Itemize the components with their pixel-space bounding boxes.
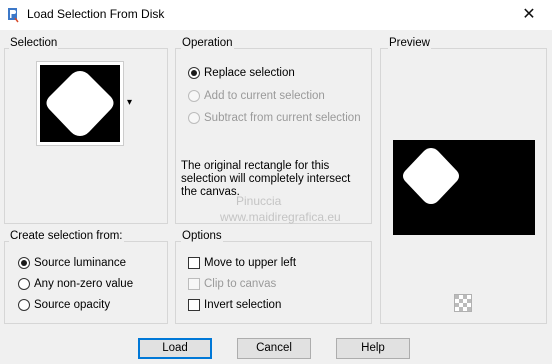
radio-button[interactable]	[18, 299, 30, 311]
radio-any-non-zero-value[interactable]: Any non-zero value	[18, 276, 133, 292]
radio-button[interactable]	[18, 257, 30, 269]
radio-label: Add to current selection	[204, 90, 325, 102]
app-icon	[8, 8, 19, 23]
window-title: Load Selection From Disk	[27, 7, 165, 21]
radio-label: Subtract from current selection	[204, 112, 361, 124]
radio-replace-selection[interactable]: Replace selection	[188, 65, 295, 81]
checkbox-clip-to-canvas[interactable]: Clip to canvas	[188, 276, 276, 292]
preview-image	[393, 140, 535, 235]
checkbox[interactable]	[188, 278, 200, 290]
checkbox-label: Invert selection	[204, 299, 282, 311]
selection-image	[37, 62, 123, 145]
radio-label: Any non-zero value	[34, 278, 134, 290]
operation-info-text: The original rectangle for this selectio…	[181, 160, 351, 198]
checkbox[interactable]	[188, 257, 200, 269]
selection-thumbnail[interactable]	[36, 61, 124, 146]
checkbox[interactable]	[188, 299, 200, 311]
checkbox-label: Move to upper left	[204, 257, 297, 269]
close-button[interactable]: ✕	[506, 0, 552, 30]
close-icon: ✕	[522, 6, 536, 23]
radio-source-opacity[interactable]: Source opacity	[18, 297, 110, 313]
radio-add-to-selection[interactable]: Add to current selection	[188, 88, 325, 104]
radio-label: Source luminance	[34, 257, 127, 269]
operation-group-label: Operation	[181, 37, 234, 49]
cancel-button[interactable]: Cancel	[237, 338, 311, 359]
radio-label: Replace selection	[204, 67, 295, 79]
checkerboard-icon	[455, 295, 471, 311]
radio-source-luminance[interactable]: Source luminance	[18, 255, 126, 271]
options-group-label: Options	[181, 230, 223, 242]
checkbox-label: Clip to canvas	[204, 278, 277, 290]
radio-button[interactable]	[188, 112, 200, 124]
selection-group-label: Selection	[9, 37, 59, 49]
radio-button[interactable]	[188, 90, 200, 102]
preview-zoom-icon[interactable]	[454, 294, 472, 312]
create-from-group-label: Create selection from:	[9, 230, 124, 242]
help-button[interactable]: Help	[336, 338, 410, 359]
preview-group-label: Preview	[388, 37, 431, 49]
load-button[interactable]: Load	[138, 338, 212, 359]
radio-subtract-from-selection[interactable]: Subtract from current selection	[188, 110, 361, 126]
radio-label: Source opacity	[34, 299, 111, 311]
checkbox-invert-selection[interactable]: Invert selection	[188, 297, 281, 313]
checkbox-move-to-upper-left[interactable]: Move to upper left	[188, 255, 296, 271]
selection-dropdown-arrow-icon[interactable]: ▾	[127, 97, 132, 108]
radio-button[interactable]	[18, 278, 30, 290]
radio-button[interactable]	[188, 67, 200, 79]
title-bar: Load Selection From Disk ✕	[0, 0, 552, 30]
